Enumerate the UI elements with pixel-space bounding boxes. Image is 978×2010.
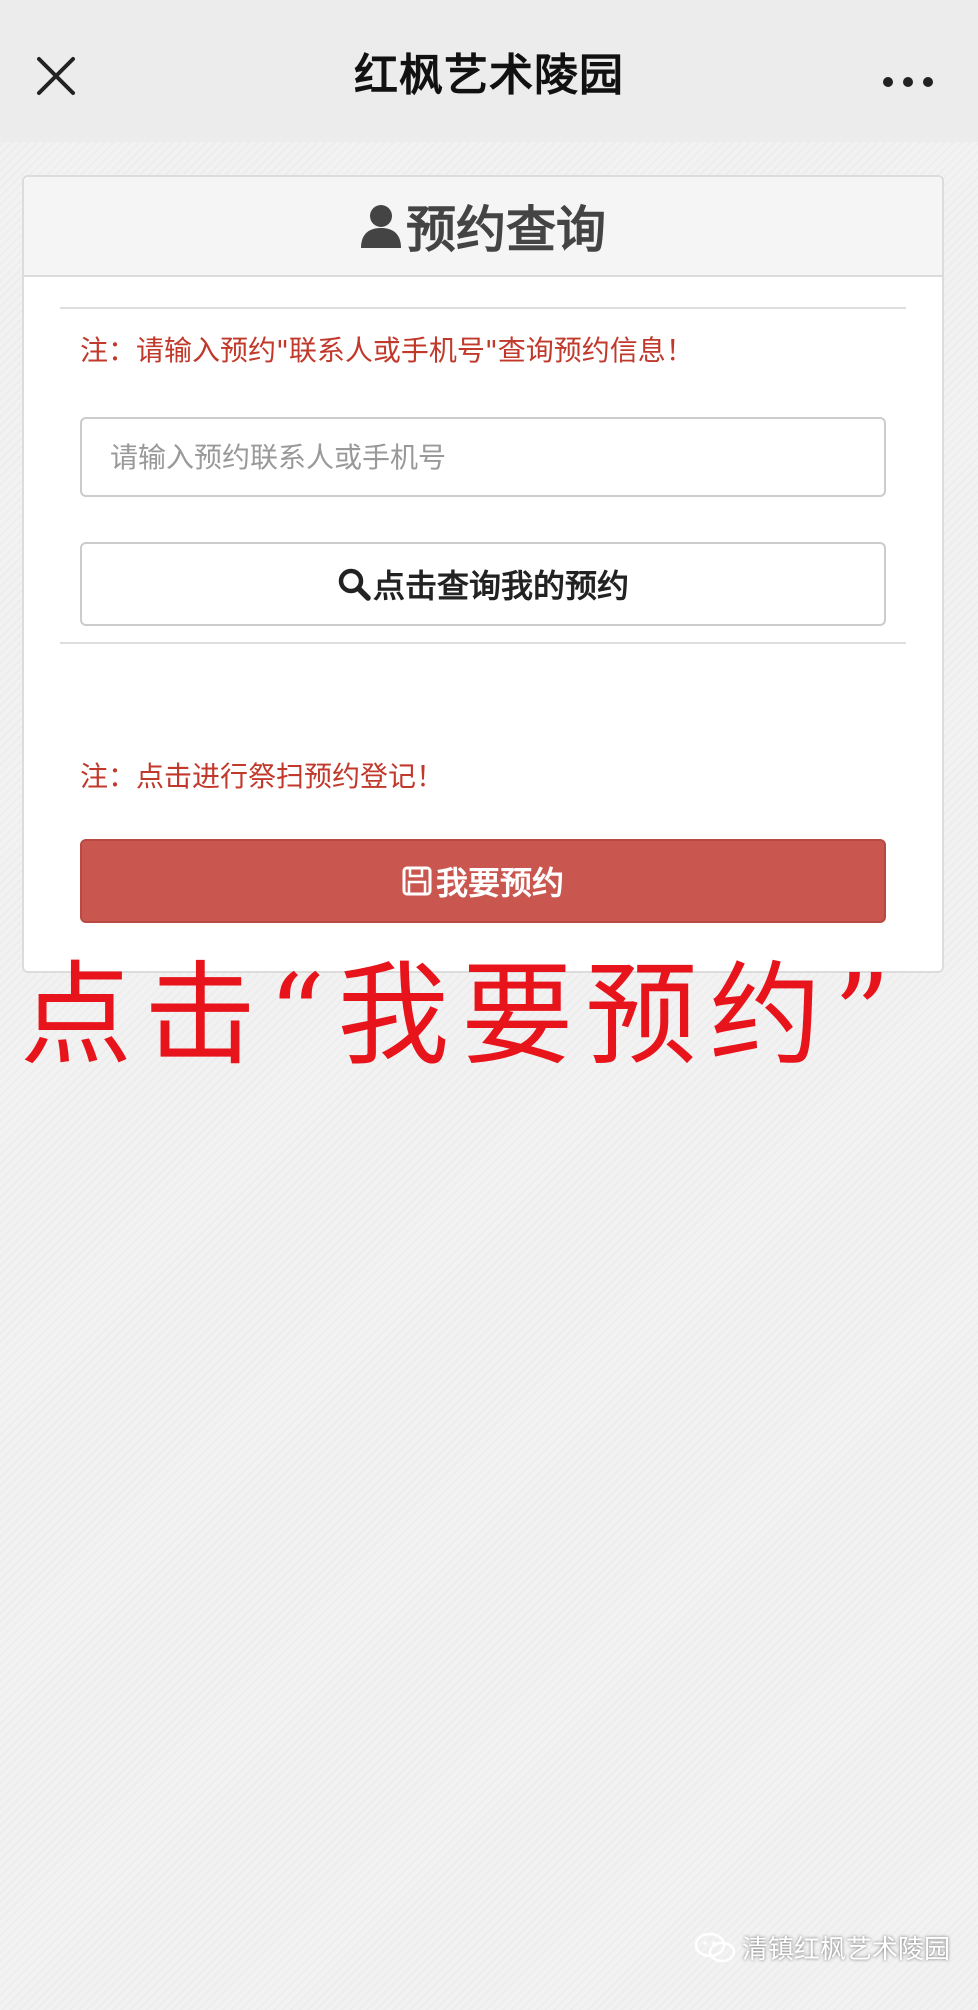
reservation-query-panel: 预约查询 注：请输入预约"联系人或手机号"查询预约信息！ 点击查询我的预约 注：…: [22, 175, 944, 973]
search-input[interactable]: [80, 417, 886, 497]
reserve-note: 注：点击进行祭扫预约登记！: [80, 760, 445, 793]
save-icon: [402, 866, 432, 896]
instruction-annotation: 点击“我要预约”: [20, 951, 903, 1081]
panel-title-text: 预约查询: [406, 201, 606, 259]
watermark-text: 清镇红枫艺术陵园: [741, 1935, 950, 1965]
make-reservation-button[interactable]: 我要预约: [80, 839, 886, 923]
panel-title: 预约查询: [360, 190, 606, 262]
divider: [60, 642, 906, 644]
user-icon: [361, 205, 401, 248]
watermark: 清镇红枫艺术陵园: [694, 1929, 950, 1966]
query-note: 注：请输入预约"联系人或手机号"查询预约信息！: [80, 334, 694, 367]
navbar: 红枫艺术陵园: [0, 0, 978, 142]
query-reservation-button[interactable]: 点击查询我的预约: [80, 542, 886, 626]
wechat-icon: [694, 1932, 736, 1962]
search-icon: [338, 568, 371, 601]
query-button-label: 点击查询我的预约: [372, 567, 629, 605]
more-icon[interactable]: [878, 62, 938, 102]
reserve-button-label: 我要预约: [435, 864, 564, 902]
close-icon[interactable]: [36, 56, 76, 96]
page-title: 红枫艺术陵园: [354, 50, 624, 101]
panel-header: 预约查询: [24, 177, 942, 277]
divider: [60, 307, 906, 309]
